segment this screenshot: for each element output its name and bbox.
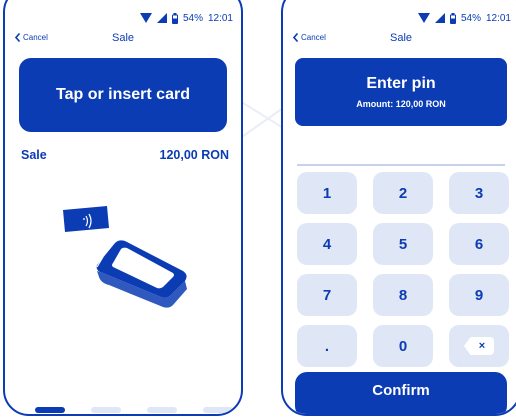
sale-summary: Sale 120,00 RON — [21, 148, 229, 162]
wifi-icon — [139, 13, 152, 23]
key-4[interactable]: 4 — [297, 223, 357, 265]
clock: 12:01 — [485, 12, 511, 24]
battery-percent: 54% — [460, 12, 481, 24]
key-8[interactable]: 8 — [373, 274, 433, 316]
status-bar: 54% 12:01 — [139, 10, 233, 26]
page-indicator — [35, 407, 233, 413]
cancel-button[interactable]: Cancel — [293, 33, 326, 42]
key-5[interactable]: 5 — [373, 223, 433, 265]
payment-illustration — [63, 206, 187, 308]
key-3[interactable]: 3 — [449, 172, 509, 214]
page-dot[interactable] — [35, 407, 65, 413]
battery-icon — [449, 12, 456, 24]
pin-entry-field[interactable] — [297, 164, 505, 166]
nav-bar: Cancel Sale — [5, 30, 241, 50]
sale-amount: 120,00 RON — [159, 148, 229, 162]
phone-sale-screen: 54% 12:01 Cancel Sale Tap or insert card… — [3, 0, 243, 416]
pin-amount: Amount: 120,00 RON — [356, 99, 446, 109]
signal-icon — [156, 13, 167, 23]
phone-pin-screen: 54% 12:01 Cancel Sale Enter pin Amount: … — [281, 0, 516, 416]
battery-icon — [171, 12, 178, 24]
key-7[interactable]: 7 — [297, 274, 357, 316]
backspace-button[interactable]: × — [449, 325, 509, 367]
confirm-button[interactable]: Confirm — [295, 372, 507, 414]
page-dot[interactable] — [91, 407, 121, 413]
key-9[interactable]: 9 — [449, 274, 509, 316]
page-dot[interactable] — [147, 407, 177, 413]
chevron-left-icon — [293, 33, 298, 42]
status-bar: 54% 12:01 — [417, 10, 511, 26]
wifi-icon — [417, 13, 430, 23]
signal-icon — [434, 13, 445, 23]
tap-insert-card-prompt: Tap or insert card — [19, 58, 227, 132]
chevron-left-icon — [15, 33, 20, 42]
backspace-icon: × — [464, 337, 494, 355]
contactless-card-icon — [63, 206, 109, 232]
cancel-label: Cancel — [23, 33, 48, 42]
sale-label: Sale — [21, 148, 47, 162]
key-1[interactable]: 1 — [297, 172, 357, 214]
key-6[interactable]: 6 — [449, 223, 509, 265]
pos-terminal-icon — [96, 240, 187, 308]
cancel-label: Cancel — [301, 33, 326, 42]
page-dot[interactable] — [203, 407, 233, 413]
key-2[interactable]: 2 — [373, 172, 433, 214]
pin-title: Enter pin — [366, 75, 436, 92]
clock: 12:01 — [207, 12, 233, 24]
key-0[interactable]: 0 — [373, 325, 433, 367]
pin-prompt-card: Enter pin Amount: 120,00 RON — [295, 58, 507, 126]
battery-percent: 54% — [182, 12, 203, 24]
key-decimal[interactable]: . — [297, 325, 357, 367]
nav-bar: Cancel Sale — [283, 30, 516, 50]
cancel-button[interactable]: Cancel — [15, 33, 48, 42]
